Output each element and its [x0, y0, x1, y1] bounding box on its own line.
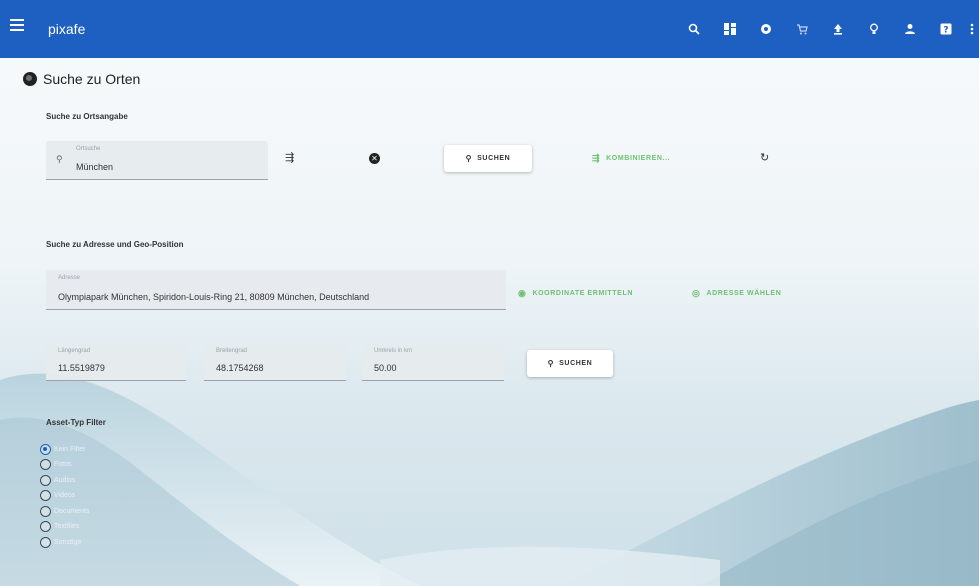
- filter-list-icon[interactable]: ⇶: [285, 151, 294, 164]
- asset-filter-option[interactable]: Sonstige: [40, 536, 81, 548]
- upload-icon[interactable]: [825, 16, 851, 42]
- place-search-field-value: München: [76, 162, 114, 172]
- radio-checked-icon[interactable]: [40, 443, 51, 455]
- place-search-button[interactable]: ⚲ SUCHEN: [444, 145, 532, 172]
- search-icon: ⚲: [547, 359, 555, 368]
- radius-value: 50.00: [374, 363, 397, 373]
- choose-address-button[interactable]: ◎ ADRESSE WÄHLEN: [692, 288, 781, 299]
- search-icon[interactable]: [681, 16, 707, 42]
- page-title: Suche zu Orten: [23, 71, 140, 87]
- address-search-label: Suche zu Adresse und Geo-Position: [46, 240, 184, 249]
- main-content: Suche zu Orten Suche zu Ortsangabe ⚲ Ort…: [0, 58, 979, 586]
- more-icon[interactable]: [965, 16, 979, 42]
- clear-icon[interactable]: ✕: [369, 153, 380, 164]
- address-field-label: Adresse: [58, 275, 81, 281]
- asset-filter-option-label: Videos: [54, 492, 76, 499]
- asset-filter-option-label: Audios: [54, 476, 76, 484]
- asset-filter-option[interactable]: Audios: [40, 474, 75, 486]
- combine-button[interactable]: ⇶ KOMBINIEREN...: [592, 153, 670, 164]
- radius-label: Umkreis in km: [374, 348, 413, 354]
- longitude-label: Längengrad: [58, 348, 91, 354]
- app-bar: pixafe ?: [0, 0, 979, 58]
- refresh-icon[interactable]: ↻: [760, 151, 769, 164]
- address-field-value: Olympiapark München, Spiridon-Louis-Ring…: [58, 292, 370, 302]
- page-title-text: Suche zu Orten: [43, 71, 141, 87]
- account-icon[interactable]: [897, 16, 923, 42]
- search-icon: ⚲: [465, 154, 473, 163]
- radius-field[interactable]: Umkreis in km 50.00: [362, 343, 504, 381]
- place-search-label: Suche zu Ortsangabe: [46, 112, 128, 121]
- menu-icon[interactable]: [10, 16, 32, 40]
- place-search-field-label: Ortsuche: [76, 146, 101, 152]
- dashboard-icon[interactable]: [717, 16, 743, 42]
- asset-filter-option[interactable]: Kein Filter: [40, 443, 86, 455]
- search-icon: ⚲: [56, 154, 63, 164]
- choose-address-label: ADRESSE WÄHLEN: [706, 290, 782, 297]
- lightbulb-icon[interactable]: [861, 16, 887, 42]
- latitude-label: Breitengrad: [216, 348, 248, 354]
- asset-filter-option[interactable]: Fotos: [40, 459, 72, 471]
- longitude-value: 11.5519879: [58, 363, 105, 373]
- latitude-field[interactable]: Breitengrad 48.1754268: [204, 343, 346, 381]
- asset-filter-title: Asset-Typ Filter: [46, 418, 106, 427]
- brand-name[interactable]: pixafe: [48, 21, 85, 37]
- radio-unchecked-icon[interactable]: [40, 490, 51, 501]
- asset-filter-option[interactable]: Documents: [40, 505, 89, 517]
- asset-filter-option-label: Kein Filter: [54, 445, 86, 453]
- determine-coordinates-label: KOORDINATE ERMITTELN: [532, 290, 633, 297]
- globe-icon: [23, 72, 37, 86]
- address-search-button-label: SUCHEN: [559, 360, 593, 367]
- place-search-field[interactable]: ⚲ Ortsuche München: [46, 141, 268, 180]
- settings-icon[interactable]: [753, 16, 779, 42]
- radio-unchecked-icon[interactable]: [40, 536, 51, 548]
- asset-filter-option[interactable]: Textfiles: [40, 521, 79, 533]
- address-field[interactable]: Adresse Olympiapark München, Spiridon-Lo…: [46, 270, 506, 310]
- svg-text:?: ?: [943, 26, 948, 36]
- location-icon: ◎: [692, 288, 701, 298]
- asset-filter-option-label: Sonstige: [54, 538, 82, 546]
- latitude-value: 48.1754268: [216, 363, 264, 373]
- help-icon[interactable]: ?: [933, 16, 959, 42]
- radio-unchecked-icon[interactable]: [40, 474, 51, 486]
- globe-icon: ◉: [518, 288, 527, 298]
- place-search-button-label: SUCHEN: [477, 155, 511, 162]
- asset-filter-option-label: Fotos: [54, 461, 72, 468]
- determine-coordinates-button[interactable]: ◉ KOORDINATE ERMITTELN: [518, 288, 633, 299]
- asset-filter-option[interactable]: Videos: [40, 490, 75, 502]
- radio-unchecked-icon[interactable]: [40, 459, 51, 470]
- appbar-actions: ?: [681, 0, 979, 58]
- combine-button-label: KOMBINIEREN...: [606, 155, 671, 162]
- cart-icon[interactable]: [789, 16, 815, 42]
- longitude-field[interactable]: Längengrad 11.5519879: [46, 343, 186, 381]
- asset-filter-option-label: Textfiles: [54, 523, 80, 530]
- radio-unchecked-icon[interactable]: [40, 505, 51, 517]
- radio-unchecked-icon[interactable]: [40, 521, 51, 532]
- address-search-button[interactable]: ⚲ SUCHEN: [527, 350, 613, 377]
- filter-list-icon: ⇶: [592, 153, 601, 163]
- asset-filter-option-label: Documents: [54, 507, 90, 515]
